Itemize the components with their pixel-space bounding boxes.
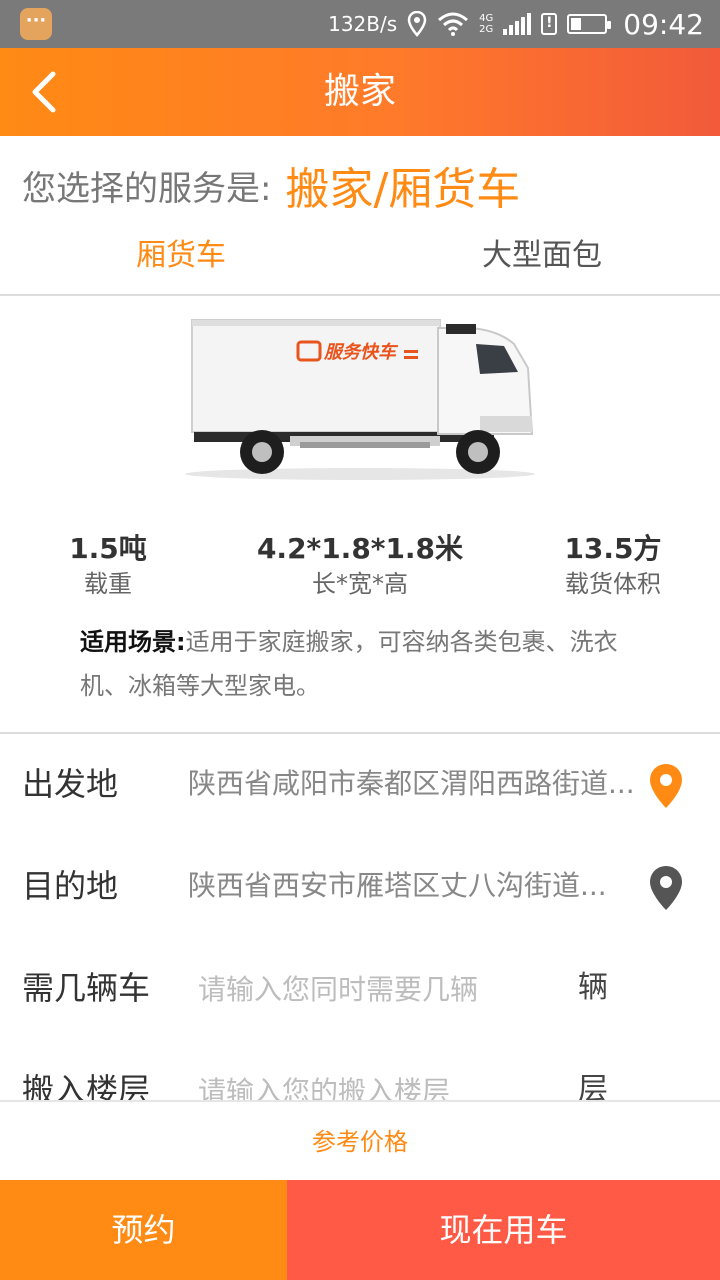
scenario-label: 适用场景:: [80, 628, 186, 656]
tab-box-truck[interactable]: 厢货车: [136, 226, 226, 294]
price-bar: 参考价格: [0, 1100, 720, 1182]
destination-row[interactable]: 目的地 陕西省西安市雁塔区丈八沟街道...: [0, 836, 720, 936]
destination-value[interactable]: 陕西省西安市雁塔区丈八沟街道...: [188, 836, 636, 936]
tab-large-van[interactable]: 大型面包: [482, 226, 602, 294]
reserve-button[interactable]: 预约: [0, 1180, 287, 1280]
floor-label: 搬入楼层: [22, 1071, 151, 1100]
location-pin-icon[interactable]: [646, 864, 686, 912]
clock: 09:42: [623, 7, 704, 41]
floor-input[interactable]: [196, 1066, 540, 1100]
spec-volume-label: 载货体积: [565, 570, 661, 598]
net-type: 4G 2G: [479, 13, 493, 35]
spec-load: 1.5吨 载重: [48, 530, 168, 600]
spec-volume-value: 13.5方: [564, 532, 662, 565]
spec-load-label: 载重: [84, 570, 132, 598]
vehicles-label: 需几辆车: [22, 969, 151, 1007]
location-pin-icon[interactable]: [646, 762, 686, 810]
origin-label: 出发地: [22, 765, 119, 803]
vehicle-tabs: 厢货车 大型面包: [0, 226, 720, 296]
origin-row[interactable]: 出发地 陕西省咸阳市秦都区渭阳西路街道...: [0, 734, 720, 834]
spec-dimensions: 4.2*1.8*1.8米 长*宽*高: [250, 530, 470, 600]
truck-image: 服务快车: [180, 310, 540, 490]
page-title: 搬家: [323, 71, 396, 112]
spec-dimensions-value: 4.2*1.8*1.8米: [256, 532, 464, 565]
status-indicators: 132B/s 4G 2G ! 09:42: [328, 0, 704, 48]
floor-row: 搬入楼层 层: [0, 1040, 720, 1100]
service-prefix: 您选择的服务是:: [22, 168, 272, 209]
truck-brand-text: 服务快车: [323, 342, 399, 363]
wifi-icon: [438, 12, 469, 36]
floor-unit: 层: [578, 1072, 608, 1100]
spec-volume: 13.5方 载货体积: [548, 530, 678, 600]
net-speed: 132B/s: [328, 12, 398, 36]
destination-label: 目的地: [22, 867, 119, 905]
bottom-actions: 预约 现在用车: [0, 1180, 720, 1280]
net-type-4g: 4G: [479, 13, 494, 24]
reference-price-link[interactable]: 参考价格: [0, 1102, 720, 1182]
selected-service: 您选择的服务是: 搬家/厢货车: [22, 150, 520, 220]
vehicles-row: 需几辆车 辆: [0, 938, 720, 1038]
net-type-2g: 2G: [479, 24, 494, 35]
vehicles-unit: 辆: [578, 970, 608, 1005]
app-header: 搬家: [0, 48, 720, 136]
service-value: 搬家/厢货车: [285, 164, 521, 215]
status-bar: ··· 132B/s 4G 2G ! 09:42: [0, 0, 720, 48]
alert-icon: !: [541, 13, 558, 35]
signal-icon: [503, 13, 532, 35]
location-icon: [407, 11, 427, 37]
battery-level: [571, 18, 582, 30]
back-button[interactable]: [14, 62, 74, 122]
origin-value[interactable]: 陕西省咸阳市秦都区渭阳西路街道...: [188, 734, 636, 834]
chevron-left-icon: [32, 71, 56, 113]
vehicle-specs: 1.5吨 载重 4.2*1.8*1.8米 长*宽*高 13.5方 载货体积: [0, 530, 720, 610]
spec-dimensions-label: 长*宽*高: [312, 570, 408, 598]
app-icon: ···: [20, 8, 52, 40]
spec-load-value: 1.5吨: [69, 532, 147, 565]
usage-scenario: 适用场景:适用于家庭搬家，可容纳各类包裹、洗衣机、冰箱等大型家电。: [80, 620, 650, 708]
battery-icon: [567, 14, 612, 34]
truck-illustration: 服务快车: [185, 319, 535, 480]
use-now-button[interactable]: 现在用车: [287, 1180, 720, 1280]
vehicles-input[interactable]: [196, 964, 540, 1014]
